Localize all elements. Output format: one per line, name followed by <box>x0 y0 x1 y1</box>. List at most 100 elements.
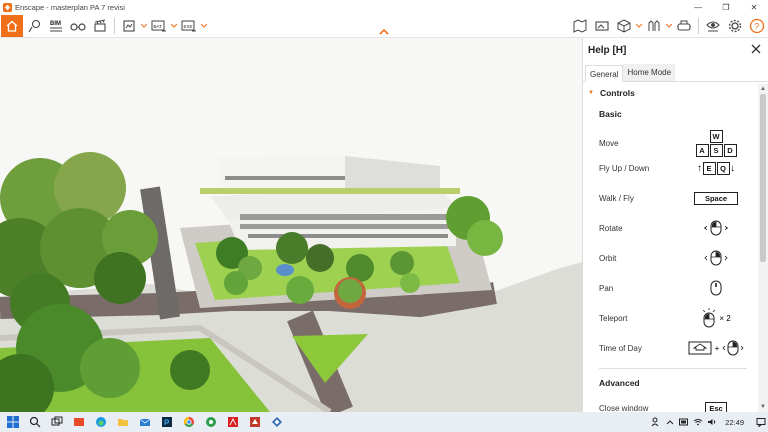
control-label: Rotate <box>599 223 623 233</box>
chevron-down-icon[interactable] <box>170 15 178 37</box>
battery-icon[interactable] <box>677 412 691 432</box>
key-w: W <box>709 129 723 143</box>
task-view-icon[interactable] <box>48 413 66 431</box>
chevron-down-icon[interactable] <box>200 15 208 37</box>
chevron-down-icon[interactable] <box>635 15 643 37</box>
key-e: E <box>702 161 716 175</box>
window-title: Enscape - masterplan PA 7 revisi <box>15 2 125 12</box>
mouse-double-click-icon <box>703 308 716 328</box>
home-icon <box>6 20 18 32</box>
map-pin-icon[interactable] <box>23 15 45 37</box>
export-exe-button[interactable]: EXE <box>178 15 200 37</box>
people-icon[interactable] <box>649 412 663 432</box>
home-button[interactable] <box>1 14 23 37</box>
clapperboard-icon[interactable] <box>89 15 111 37</box>
control-label: Fly Up / Down <box>599 163 650 173</box>
advanced-heading: Advanced <box>599 378 640 388</box>
key-q: Q <box>716 161 730 175</box>
mouse-middle-icon <box>710 280 722 296</box>
control-label: Orbit <box>599 253 617 263</box>
plus-sign: + <box>714 343 720 353</box>
close-icon[interactable] <box>750 43 762 55</box>
asset-library-icon[interactable] <box>643 15 665 37</box>
chrome-icon[interactable] <box>180 413 198 431</box>
system-tray: 22:49 <box>649 412 768 432</box>
control-row-walk-fly: Walk / Fly Space <box>599 188 755 208</box>
control-label: Move <box>599 138 619 148</box>
maximize-button[interactable]: ❐ <box>712 0 740 14</box>
volume-icon[interactable] <box>705 412 719 432</box>
teleport-multiplier: × 2 <box>719 313 731 323</box>
render-viewport[interactable] <box>0 38 582 412</box>
mouse-left-drag-icon <box>704 220 728 236</box>
mouse-right-drag-icon <box>722 340 744 356</box>
control-row-time-of-day: Time of Day + <box>599 338 755 358</box>
shift-key-icon <box>688 341 712 355</box>
control-row-teleport: Teleport × 2 <box>599 308 755 328</box>
binoculars-icon[interactable] <box>67 15 89 37</box>
enscape-window: Enscape - masterplan PA 7 revisi — ❐ ✕ B… <box>0 0 768 432</box>
tab-general[interactable]: General <box>585 65 624 82</box>
control-label: Teleport <box>599 313 628 323</box>
batch-render-button[interactable]: BAT <box>148 15 170 37</box>
mail-icon[interactable] <box>136 413 154 431</box>
scroll-thumb[interactable] <box>760 94 766 262</box>
expand-triangle-icon: ▼ <box>588 90 594 96</box>
app-icon[interactable] <box>70 413 88 431</box>
visual-settings-icon[interactable] <box>702 15 724 37</box>
controls-heading[interactable]: ▼ Controls <box>588 88 635 98</box>
acrobat-icon[interactable] <box>224 413 242 431</box>
photoshop-icon[interactable] <box>158 413 176 431</box>
help-content: ▼ Controls Basic Move W A S D Fly Up / D <box>583 84 759 412</box>
bim-label: BIM <box>50 21 61 27</box>
windows-start-icon[interactable] <box>4 413 22 431</box>
search-icon[interactable] <box>26 413 44 431</box>
key-d: D <box>723 143 737 157</box>
key-a: A <box>695 143 709 157</box>
notification-icon[interactable] <box>754 412 768 432</box>
edge-browser-icon[interactable] <box>92 413 110 431</box>
cube-icon[interactable] <box>613 15 635 37</box>
sketchup-icon[interactable] <box>246 413 264 431</box>
screenshot-icon[interactable] <box>118 15 140 37</box>
controls-heading-label: Controls <box>599 88 635 98</box>
control-row-orbit: Orbit <box>599 248 755 268</box>
svg-text:?: ? <box>754 22 759 32</box>
panorama-icon[interactable] <box>591 15 613 37</box>
scroll-down-icon[interactable]: ▼ <box>760 404 766 410</box>
control-row-fly-up-down: Fly Up / Down ↑ E Q ↓ <box>599 158 755 178</box>
arrow-up-icon: ↑ <box>697 162 702 174</box>
chevron-down-icon[interactable] <box>665 15 673 37</box>
help-scrollbar[interactable]: ▲ ▼ <box>758 84 768 412</box>
wifi-icon[interactable] <box>691 412 705 432</box>
file-explorer-icon[interactable] <box>114 413 132 431</box>
control-label: Walk / Fly <box>599 193 634 203</box>
chevron-down-icon[interactable] <box>140 15 148 37</box>
close-window-button[interactable]: ✕ <box>740 0 768 14</box>
masterplan-render <box>0 38 582 412</box>
chevron-up-icon[interactable] <box>378 28 390 36</box>
minimize-button[interactable]: — <box>684 0 712 14</box>
help-icon[interactable]: ? <box>746 15 768 37</box>
section-divider <box>599 368 747 369</box>
gear-icon[interactable] <box>724 15 746 37</box>
fly-keys: ↑ E Q ↓ <box>677 161 755 175</box>
toolbar-divider <box>114 17 115 34</box>
bim-button[interactable]: BIM <box>45 15 67 37</box>
help-tabs: General Home Mode <box>583 62 768 82</box>
walk-keys: Space <box>677 191 755 205</box>
wasd-keys: W A S D <box>677 129 755 157</box>
mouse-right-drag-icon <box>704 250 728 266</box>
scroll-up-icon[interactable]: ▲ <box>760 86 766 92</box>
green-app-icon[interactable] <box>202 413 220 431</box>
map-icon[interactable] <box>569 15 591 37</box>
batch-label: BAT <box>154 24 163 29</box>
taskbar-clock[interactable]: 22:49 <box>719 418 754 427</box>
toolbar-right-group: ? <box>569 14 768 38</box>
tab-home-mode[interactable]: Home Mode <box>623 64 676 81</box>
enscape-task-icon[interactable] <box>268 413 286 431</box>
caret-up-icon[interactable] <box>663 412 677 432</box>
help-panel: Help [H] General Home Mode ▼ Controls Ba… <box>582 38 768 412</box>
arrow-down-icon: ↓ <box>730 162 735 174</box>
vr-headset-icon[interactable] <box>673 15 695 37</box>
